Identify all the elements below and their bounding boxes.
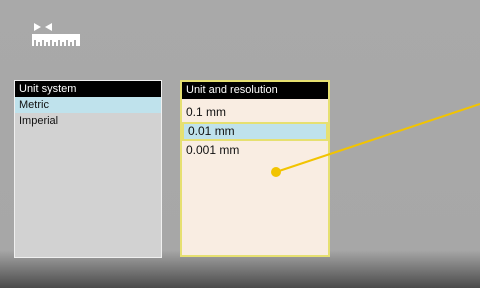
unit-system-option-metric[interactable]: Metric bbox=[15, 97, 161, 113]
unit-system-panel: Unit system Metric Imperial bbox=[14, 80, 162, 258]
ruler-measure-icon bbox=[32, 23, 80, 46]
resolution-option-0-001mm[interactable]: 0.001 mm bbox=[182, 141, 328, 160]
unit-resolution-header: Unit and resolution bbox=[182, 82, 328, 99]
unit-system-list[interactable]: Metric Imperial bbox=[15, 97, 161, 129]
resolution-option-0-01mm[interactable]: 0.01 mm bbox=[182, 122, 328, 141]
unit-resolution-panel: Unit and resolution 0.1 mm 0.01 mm 0.001… bbox=[180, 80, 330, 257]
measurement-settings-screen: Unit system Metric Imperial Unit and res… bbox=[0, 0, 480, 288]
unit-resolution-list[interactable]: 0.1 mm 0.01 mm 0.001 mm bbox=[182, 99, 328, 160]
unit-system-option-imperial[interactable]: Imperial bbox=[15, 113, 161, 129]
unit-system-header: Unit system bbox=[15, 81, 161, 97]
resolution-option-0-1mm[interactable]: 0.1 mm bbox=[182, 103, 328, 122]
